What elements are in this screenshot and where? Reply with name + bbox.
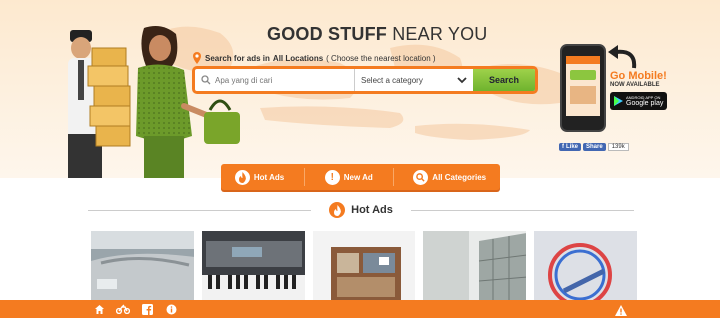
tab-new-ad-label: New Ad (343, 172, 373, 182)
section-title: Hot Ads (311, 202, 411, 218)
divider-line (88, 209, 312, 211)
search-button[interactable]: Search (473, 69, 535, 91)
headline-rest: NEAR YOU (392, 24, 488, 44)
location-row: Search for ads in All Locations ( Choose… (192, 52, 436, 64)
location-prefix: Search for ads in (205, 53, 270, 63)
facebook-share-button[interactable]: Share (583, 143, 606, 151)
chevron-down-icon (457, 76, 467, 83)
go-mobile-title: Go Mobile! (610, 70, 667, 82)
headline-bold: GOOD STUFF (267, 24, 387, 44)
ad-thumbnail-building[interactable] (423, 231, 527, 301)
tab-divider (304, 168, 305, 186)
tab-hot-ads[interactable]: Hot Ads (234, 169, 285, 185)
page-headline: GOOD STUFF NEAR YOU (267, 24, 488, 45)
ad-thumbnail-floorplan[interactable] (312, 231, 416, 301)
exclamation-icon: ! (324, 169, 340, 185)
motorbike-icon[interactable] (116, 302, 130, 316)
hot-ads-section-header: Hot Ads (88, 202, 635, 218)
search-input-wrap (195, 69, 355, 91)
facebook-icon[interactable] (140, 302, 154, 316)
divider-line (410, 209, 635, 211)
woman-with-handbag-illustration (136, 26, 240, 178)
location-selector[interactable]: All Locations (273, 54, 323, 63)
google-play-text: Google play (626, 100, 664, 107)
google-play-badge[interactable]: ANDROID APP ON Google play (610, 92, 667, 110)
search-bar: Select a category Search (192, 66, 538, 94)
curved-arrow-icon (608, 45, 637, 69)
category-select-value: Select a category (361, 75, 423, 85)
location-pin-icon (193, 52, 201, 64)
smartphone-illustration (560, 44, 606, 132)
now-available-label: NOW AVAILABLE (610, 82, 660, 88)
search-icon (413, 169, 429, 185)
search-icon (201, 75, 211, 85)
facebook-count: 139k (607, 143, 629, 151)
bottom-toolbar (0, 300, 720, 318)
facebook-like-label: Like (566, 144, 579, 150)
hot-ads-thumbnails (91, 231, 637, 301)
tab-all-categories[interactable]: All Categories (413, 169, 487, 185)
info-icon[interactable] (164, 302, 178, 316)
tab-divider (392, 168, 394, 186)
home-icon[interactable] (92, 302, 106, 316)
ad-thumbnail-logo[interactable] (534, 231, 637, 301)
location-hint[interactable]: ( Choose the nearest location ) (326, 54, 435, 63)
hero-banner: GOOD STUFF NEAR YOU Search for ads in Al… (0, 0, 720, 178)
ad-thumbnail-keyboard[interactable] (201, 231, 305, 301)
flame-icon (234, 169, 250, 185)
category-select[interactable]: Select a category (355, 69, 473, 91)
section-title-label: Hot Ads (351, 204, 393, 216)
tab-new-ad[interactable]: ! New Ad (324, 169, 373, 185)
tab-all-categories-label: All Categories (432, 172, 487, 182)
facebook-like-button[interactable]: f Like (559, 143, 582, 151)
flame-icon (329, 202, 346, 218)
warning-icon[interactable] (614, 303, 628, 317)
facebook-social-bar: f Like Share 139k (559, 143, 629, 151)
facebook-like-icon: f (562, 144, 564, 150)
google-play-icon (614, 96, 623, 106)
ad-thumbnail-car[interactable] (91, 231, 194, 301)
main-nav-tabs: Hot Ads ! New Ad All Categories (221, 164, 500, 190)
phone-screen (566, 56, 600, 116)
tab-hot-ads-label: Hot Ads (253, 172, 285, 182)
search-input[interactable] (215, 75, 345, 85)
